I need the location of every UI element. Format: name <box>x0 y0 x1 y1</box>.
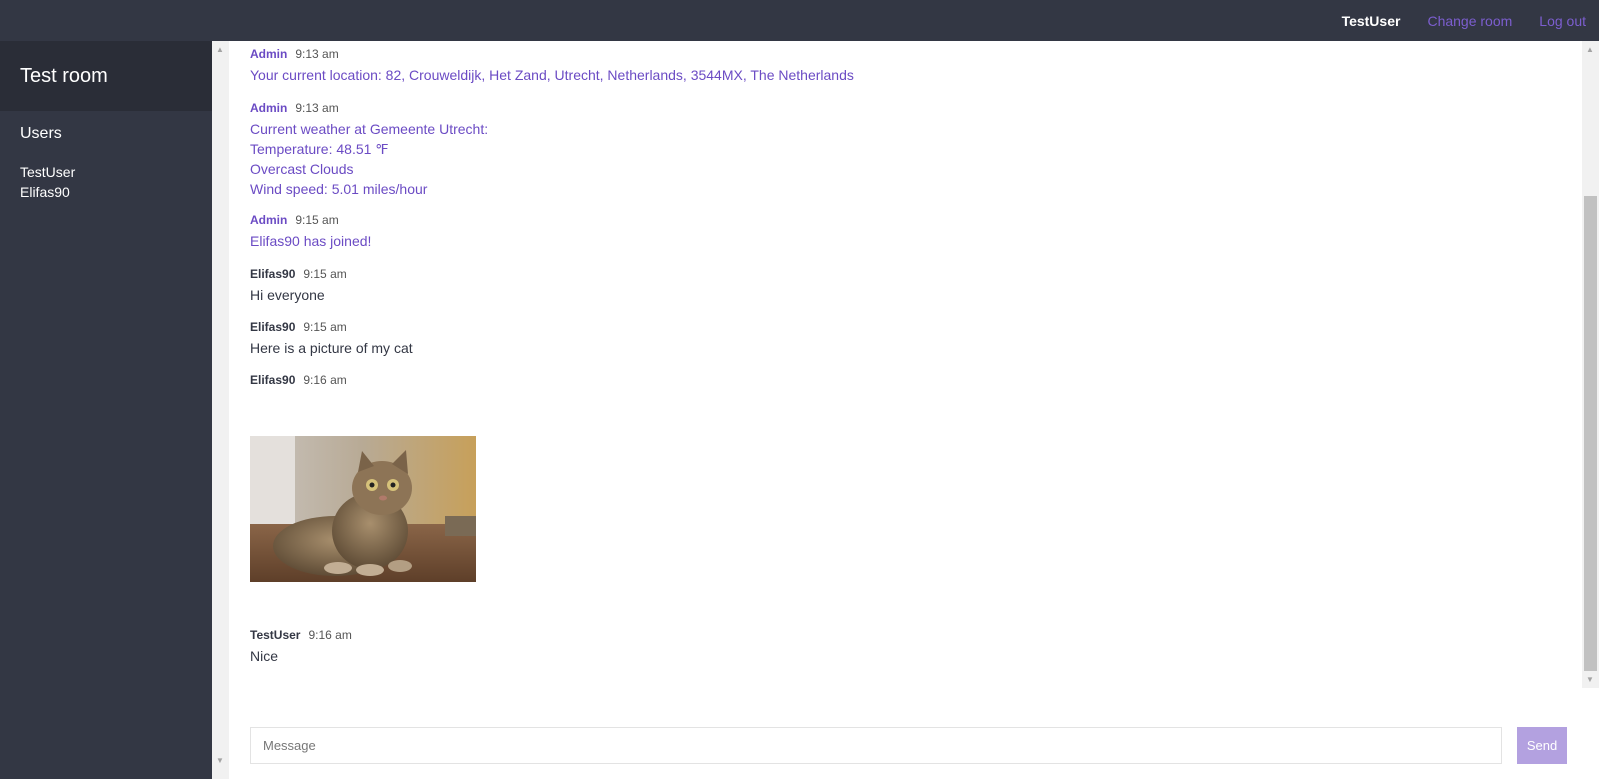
message-input[interactable] <box>250 727 1502 764</box>
message-text: Here is a picture of my cat <box>250 340 413 356</box>
scroll-down-arrow-icon[interactable]: ▼ <box>1586 675 1594 684</box>
chat-message: Admin 9:15 am Elifas90 has joined! <box>250 213 371 251</box>
message-time: 9:13 am <box>295 101 339 115</box>
message-time: 9:13 am <box>295 47 339 61</box>
current-username: TestUser <box>1341 12 1401 29</box>
message-time: 9:16 am <box>303 373 347 387</box>
message-time: 9:16 am <box>308 628 352 642</box>
message-text: Hi everyone <box>250 287 325 303</box>
scroll-down-arrow-icon[interactable]: ▼ <box>216 756 224 765</box>
message-text: Current weather at Gemeente Utrecht: Tem… <box>250 119 488 199</box>
message-time: 9:15 am <box>303 267 347 281</box>
scrollbar-thumb[interactable] <box>1584 196 1597 671</box>
scroll-up-arrow-icon[interactable]: ▲ <box>1586 45 1594 54</box>
navbar-links: TestUser Change room Log out <box>1342 0 1599 41</box>
message-author: TestUser <box>250 628 301 642</box>
logout-link[interactable]: Log out <box>1539 13 1586 29</box>
user-list-item: Elifas90 <box>20 184 70 200</box>
page-scrollbar[interactable]: ▲ ▼ <box>212 41 229 779</box>
message-time: 9:15 am <box>295 213 339 227</box>
chat-message: Elifas90 9:15 am Hi everyone <box>250 267 347 305</box>
cat-photo <box>250 436 476 582</box>
messages-scrollbar[interactable]: ▲ ▼ <box>1582 41 1599 688</box>
message-line: Wind speed: 5.01 miles/hour <box>250 181 428 197</box>
message-line: Overcast Clouds <box>250 161 354 177</box>
room-name: Test room <box>0 41 212 111</box>
chat-message: Elifas90 9:16 am <box>250 373 347 388</box>
message-author: Elifas90 <box>250 373 296 387</box>
message-time: 9:15 am <box>303 320 347 334</box>
chat-message: Admin 9:13 am Your current location: 82, … <box>250 47 854 85</box>
top-navbar: TestUser Change room Log out <box>0 0 1599 41</box>
chat-message: Elifas90 9:15 am Here is a picture of my … <box>250 320 413 358</box>
change-room-link[interactable]: Change room <box>1427 13 1512 29</box>
chat-message: TestUser 9:16 am Nice <box>250 628 352 666</box>
message-composer: Send <box>250 727 1567 764</box>
message-text: Elifas90 has joined! <box>250 233 372 249</box>
send-button[interactable]: Send <box>1517 727 1567 764</box>
chat-messages: Admin 9:13 am Your current location: 82, … <box>229 41 1582 688</box>
message-author: Admin <box>250 213 288 227</box>
sidebar: Test room Users TestUser Elifas90 <box>0 41 212 779</box>
users-heading: Users <box>20 125 62 142</box>
message-author: Elifas90 <box>250 320 296 334</box>
user-list-item: TestUser <box>20 164 76 180</box>
message-line: Current weather at Gemeente Utrecht: <box>250 121 489 137</box>
message-author: Admin <box>250 101 288 115</box>
message-line: Temperature: 48.51 ℉ <box>250 141 389 157</box>
message-author: Admin <box>250 47 288 61</box>
chat-message: Admin 9:13 am Current weather at Gemeente… <box>250 101 488 199</box>
scroll-up-arrow-icon[interactable]: ▲ <box>216 45 224 54</box>
message-text: Your current location: 82, Crouweldijk, … <box>250 67 854 83</box>
users-list: TestUser Elifas90 <box>0 143 212 202</box>
message-author: Elifas90 <box>250 267 296 281</box>
message-text: Nice <box>250 648 279 664</box>
